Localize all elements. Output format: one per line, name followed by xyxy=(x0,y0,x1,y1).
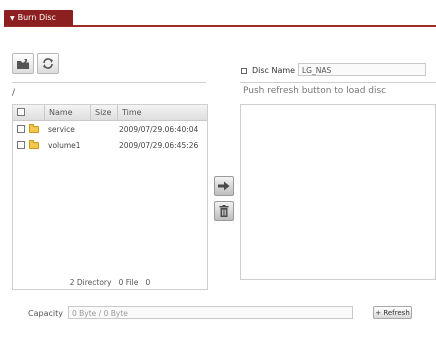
file-name: service xyxy=(48,125,75,134)
file-count-status: 2 Directory 0 File 0 xyxy=(69,278,151,287)
file-browser-panel: Name Size Time service 2009/07/29.06:40:… xyxy=(12,104,208,290)
disc-name-input[interactable]: LG_NAS xyxy=(298,63,426,76)
table-row[interactable]: service 2009/07/29.06:40:04 xyxy=(13,122,207,137)
add-to-disc-button[interactable] xyxy=(214,176,234,196)
refresh-arrows-icon xyxy=(43,58,53,69)
column-header-size[interactable]: Size xyxy=(90,105,119,120)
refresh-list-button[interactable] xyxy=(37,53,59,74)
file-time: 2009/07/29.06:40:04 xyxy=(119,125,199,134)
current-path: / xyxy=(12,88,16,98)
disc-name-label: Disc Name xyxy=(241,66,295,75)
disc-load-message: Push refresh button to load disc xyxy=(243,86,387,96)
column-header-time[interactable]: Time xyxy=(117,105,207,120)
trash-icon xyxy=(219,205,229,217)
folder-icon xyxy=(29,140,39,149)
tab-label: Burn Disc xyxy=(17,13,56,22)
left-divider xyxy=(12,82,206,83)
upload-folder-button[interactable] xyxy=(12,53,34,74)
row-checkbox[interactable] xyxy=(17,125,25,133)
bullet-square-icon xyxy=(241,67,247,74)
file-name: volume1 xyxy=(48,141,81,150)
remove-from-disc-button[interactable] xyxy=(214,201,234,221)
folder-upload-icon xyxy=(17,58,29,69)
disc-contents-panel xyxy=(240,104,436,280)
tab-burn-disc[interactable]: ▼ Burn Disc xyxy=(4,10,73,26)
disc-name-label-text: Disc Name xyxy=(252,66,296,75)
folder-icon xyxy=(29,124,39,133)
file-time: 2009/07/29.06:45:26 xyxy=(119,141,199,150)
arrow-right-icon xyxy=(218,181,230,191)
refresh-button[interactable]: + Refresh xyxy=(373,306,412,319)
select-all-checkbox[interactable] xyxy=(17,108,25,116)
row-checkbox[interactable] xyxy=(17,141,25,149)
capacity-label: Capacity xyxy=(28,309,63,318)
caret-down-icon: ▼ xyxy=(10,15,15,22)
capacity-field: 0 Byte / 0 Byte xyxy=(68,306,353,319)
right-divider xyxy=(240,82,436,83)
table-row[interactable]: volume1 2009/07/29.06:45:26 xyxy=(13,138,207,153)
file-table-header: Name Size Time xyxy=(13,105,207,121)
